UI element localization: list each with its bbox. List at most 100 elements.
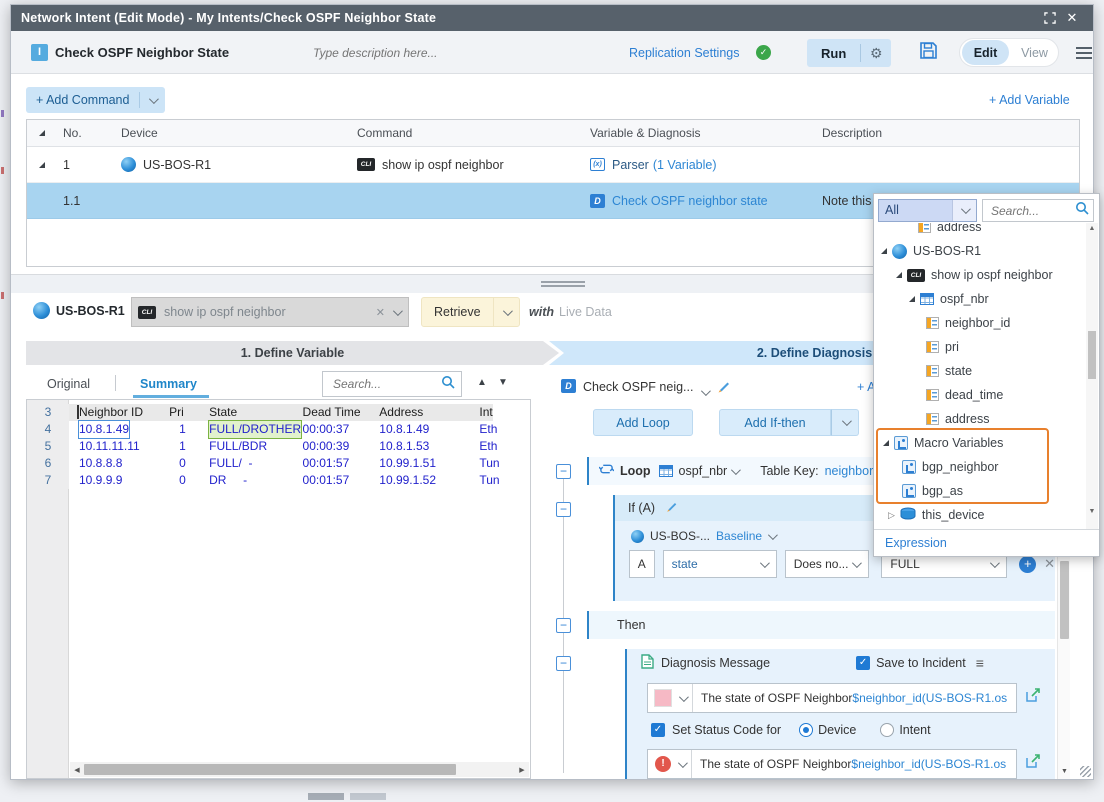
loop-table-selector[interactable]: ospf_nbr [679,464,728,478]
tree-item-table[interactable]: ospf_nbr [874,287,1086,311]
set-status-code-checkbox[interactable]: ✓ [651,723,665,737]
message-menu-icon[interactable]: ≡ [976,655,984,671]
parsed-output-editor[interactable]: 3 Neighbor IDPriStateDead TimeAddressInt… [26,399,531,779]
chevron-down-icon[interactable] [768,530,778,540]
diagnosis-link[interactable]: Check OSPF neighbor state [612,194,768,208]
collapse-then-button[interactable]: − [556,618,571,633]
tree-item-column[interactable]: state [874,359,1086,383]
expression-link[interactable]: Expression [874,529,1099,556]
chevron-down-icon[interactable] [731,465,741,475]
add-condition-icon[interactable]: + [1019,556,1036,573]
save-to-incident-checkbox[interactable]: ✓ [856,656,870,670]
scrollbar-thumb[interactable] [84,764,456,775]
document-icon [641,654,654,672]
resize-grip[interactable] [1080,766,1091,777]
condition-variable-select[interactable]: state [663,550,777,578]
open-editor-icon[interactable] [1025,687,1041,708]
find-next-icon[interactable]: ▼ [498,377,508,388]
run-settings-gear-icon[interactable]: ⚙ [861,45,891,62]
clear-icon[interactable]: ✕ [376,306,385,319]
expanded-icon[interactable] [909,296,915,302]
edit-pencil-icon[interactable] [716,379,731,399]
scroll-left-icon[interactable]: ◀ [70,766,84,774]
filter-dropdown-icon[interactable] [952,200,976,221]
add-variable-link[interactable]: + Add Variable [989,93,1070,107]
parser-variable-count[interactable]: (1 Variable) [653,158,717,172]
tab-summary[interactable]: Summary [140,377,197,391]
search-icon[interactable] [1075,201,1089,220]
parser-label[interactable]: Parser [612,158,649,172]
collapse-if-button[interactable]: − [556,502,571,517]
expanded-icon[interactable] [881,248,887,254]
tree-item-column[interactable]: dead_time [874,383,1086,407]
tree-item-column[interactable]: neighbor_id [874,311,1086,335]
tree-item-macro-variables[interactable]: Macro Variables [874,431,1086,455]
tree-item-cli-command[interactable]: CLI show ip ospf neighbor [874,263,1086,287]
scroll-up-icon[interactable]: ▲ [1086,225,1098,232]
message-field-error[interactable]: ! The state of OSPF Neighbor $neighbor_i… [647,749,1017,779]
collapse-row-icon[interactable] [39,162,45,168]
condition-operator-select[interactable]: Does no... [785,550,870,578]
scroll-right-icon[interactable]: ▶ [515,766,529,774]
view-mode-button[interactable]: View [1011,46,1058,60]
popup-search-input[interactable] [989,203,1075,219]
edit-mode-button[interactable]: Edit [962,40,1009,65]
run-button[interactable]: Run [807,46,860,61]
collapse-all-icon[interactable] [39,130,45,136]
command-dropdown-icon[interactable] [393,303,400,321]
edit-pencil-icon[interactable] [665,500,678,516]
description-input[interactable] [311,41,496,65]
retrieve-button[interactable]: Retrieve [421,297,520,327]
add-if-then-dropdown[interactable] [831,409,859,436]
find-previous-icon[interactable]: ▲ [477,377,487,388]
device-radio[interactable] [799,723,813,737]
diagnosis-selector[interactable]: Check OSPF neig... [583,380,693,394]
add-command-button[interactable]: + Add Command [26,87,165,113]
tab-original[interactable]: Original [47,377,90,391]
tree-item-column[interactable]: pri [874,335,1086,359]
scrollbar-thumb[interactable] [1060,561,1069,639]
maximize-icon[interactable] [1039,9,1061,27]
expanded-icon[interactable] [883,440,889,446]
scrollbar-thumb[interactable] [1088,331,1096,379]
collapse-message-button[interactable]: − [556,656,571,671]
baseline-selector[interactable]: Baseline [716,529,762,543]
vertical-scrollbar[interactable]: ▼ [1057,545,1070,779]
intent-radio[interactable] [880,723,894,737]
command-input[interactable]: CLI show ip ospf neighbor ✕ [131,297,409,327]
open-editor-icon[interactable] [1025,753,1041,774]
scroll-down-icon[interactable]: ▼ [1058,768,1071,775]
popup-scrollbar[interactable]: ▲ ▼ [1086,223,1098,529]
table-row-command[interactable]: 1 US-BOS-R1 CLI show ip ospf neighbor (x… [27,147,1079,183]
expanded-icon[interactable] [896,272,902,278]
macro-variable-icon [902,484,916,498]
tree-item-address-partial[interactable]: address [874,223,1086,239]
retrieve-dropdown[interactable] [493,297,519,327]
diagnosis-dropdown-icon[interactable] [701,383,708,401]
add-command-dropdown[interactable] [139,92,165,108]
scroll-down-icon[interactable]: ▼ [1086,508,1098,515]
tree-item-macro-variable[interactable]: bgp_as [874,479,1086,503]
close-icon[interactable]: ✕ [1061,9,1083,27]
menu-icon[interactable] [1076,47,1092,62]
collapse-loop-button[interactable]: − [556,464,571,479]
horizontal-scrollbar[interactable]: ◀ ▶ [70,762,529,777]
chevron-down-icon[interactable] [671,761,691,768]
splitter-handle[interactable] [541,281,585,289]
chevron-down-icon[interactable] [672,695,692,702]
variable-search-input[interactable] [331,376,441,392]
tree-item-this-device[interactable]: ▷ this_device [874,503,1086,527]
add-if-then-button[interactable]: Add If-then [719,409,831,436]
remove-condition-icon[interactable]: ✕ [1044,556,1055,572]
replication-settings-link[interactable]: Replication Settings [629,46,739,60]
tree-item-macro-variable[interactable]: bgp_neighbor [874,455,1086,479]
search-icon[interactable] [441,375,455,394]
tree-item-column[interactable]: address [874,407,1086,431]
collapsed-icon[interactable]: ▷ [888,510,895,521]
filter-select[interactable]: All [878,199,977,222]
add-loop-button[interactable]: Add Loop [593,409,693,436]
message-field-green[interactable]: The state of OSPF Neighbor $neighbor_id(… [647,683,1017,713]
save-icon[interactable] [919,41,938,65]
severity-color-swatch[interactable] [654,689,672,707]
tree-item-device[interactable]: US-BOS-R1 [874,239,1086,263]
